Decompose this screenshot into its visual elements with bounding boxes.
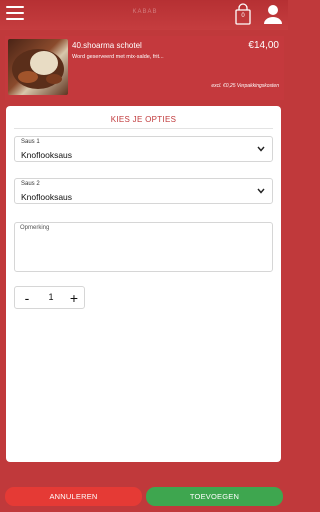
sauce-2-value: Knoflooksaus xyxy=(21,192,73,202)
shopping-bag-icon[interactable]: 0 xyxy=(234,3,252,25)
options-title: KIES JE OPTIES xyxy=(110,115,177,124)
packaging-fee-note: excl. €0,25 Verpakkingskosten xyxy=(211,83,279,89)
sauce-1-value: Knoflooksaus xyxy=(21,150,73,160)
divider xyxy=(14,128,273,129)
product-name: 40.shoarma schotel xyxy=(72,41,142,50)
remark-label: Opmerking xyxy=(20,225,50,231)
hamburger-menu-icon[interactable] xyxy=(6,6,24,22)
options-panel: KIES JE OPTIES Saus 1 Knoflooksaus Saus … xyxy=(6,106,281,462)
cart-count-badge: 0 xyxy=(241,13,245,19)
product-image xyxy=(8,39,68,95)
user-icon[interactable] xyxy=(262,3,284,25)
quantity-increase-button[interactable]: + xyxy=(67,288,81,308)
quantity-stepper: - 1 + xyxy=(14,286,85,309)
add-to-cart-button[interactable]: TOEVOEGEN xyxy=(146,487,283,506)
quantity-value: 1 xyxy=(48,292,54,302)
product-price: €14,00 xyxy=(248,40,279,51)
action-bar: ANNULEREN TOEVOEGEN xyxy=(0,478,288,512)
sauce-1-select[interactable]: Saus 1 Knoflooksaus xyxy=(14,136,273,162)
remark-field[interactable]: Opmerking xyxy=(14,222,273,272)
cancel-button[interactable]: ANNULEREN xyxy=(5,487,142,506)
chevron-down-icon xyxy=(257,146,265,152)
product-description: Word geserveerd met mix-salde, frit... xyxy=(72,54,164,60)
quantity-decrease-button[interactable]: - xyxy=(20,288,34,308)
logo: KABAB xyxy=(132,9,158,15)
top-bar: KABAB 0 xyxy=(0,0,288,30)
sauce-1-label: Saus 1 xyxy=(21,139,40,145)
chevron-down-icon xyxy=(257,188,265,194)
product-summary: 40.shoarma schotel €14,00 Word geserveer… xyxy=(5,36,284,100)
sauce-2-label: Saus 2 xyxy=(21,181,40,187)
sauce-2-select[interactable]: Saus 2 Knoflooksaus xyxy=(14,178,273,204)
